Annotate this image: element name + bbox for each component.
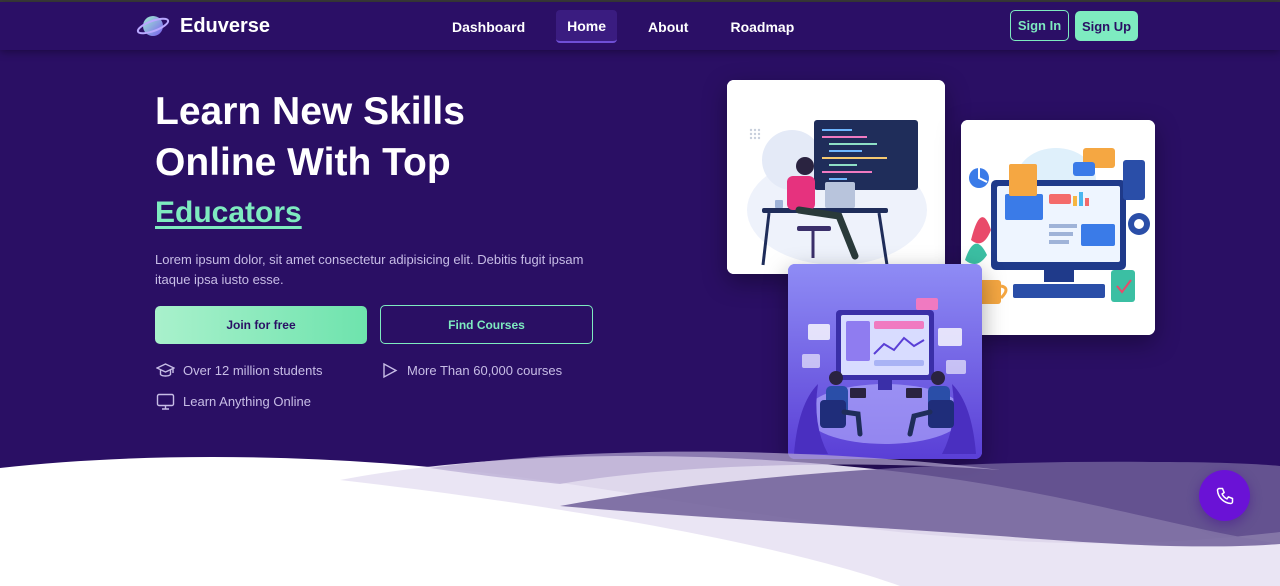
developer-at-desk-illustration <box>727 80 945 274</box>
brand-name: Eduverse <box>180 14 271 37</box>
feature-courses: More Than 60,000 courses <box>381 362 562 379</box>
hero-description: Lorem ipsum dolor, sit amet consectetur … <box>155 252 584 287</box>
bottom-wave <box>0 451 1280 586</box>
monitor-icon <box>156 393 175 410</box>
nav-link-roadmap[interactable]: Roadmap <box>719 10 805 43</box>
nav-link-home[interactable]: Home <box>556 10 618 43</box>
nav-link-dashboard[interactable]: Dashboard <box>441 10 536 43</box>
feature-online: Learn Anything Online <box>156 393 311 410</box>
join-for-free-button[interactable]: Join for free <box>155 306 367 344</box>
sign-in-button[interactable]: Sign In <box>1010 10 1069 41</box>
hero-accent-text: Educators <box>155 196 302 229</box>
call-button[interactable] <box>1199 470 1250 521</box>
hero-title: Learn New Skills Online With Top <box>155 90 465 184</box>
feature-courses-text: More Than 60,000 courses <box>407 363 563 378</box>
feature-students: Over 12 million students <box>156 362 322 379</box>
feature-students-text: Over 12 million students <box>183 363 323 378</box>
find-courses-button[interactable]: Find Courses <box>380 305 593 344</box>
brand[interactable]: Eduverse <box>136 11 270 41</box>
planet-icon <box>136 16 170 36</box>
sign-up-button[interactable]: Sign Up <box>1075 11 1138 41</box>
graduation-cap-icon <box>156 363 175 377</box>
computer-dashboard-illustration <box>961 120 1155 335</box>
play-icon <box>383 362 398 379</box>
team-analytics-illustration <box>788 264 982 459</box>
phone-icon <box>1216 487 1233 504</box>
nav-link-about[interactable]: About <box>637 10 699 43</box>
navbar: Eduverse Dashboard Home About Roadmap Si… <box>0 2 1280 50</box>
feature-online-text: Learn Anything Online <box>183 394 311 409</box>
nav-links: Dashboard Home About Roadmap <box>441 10 825 43</box>
